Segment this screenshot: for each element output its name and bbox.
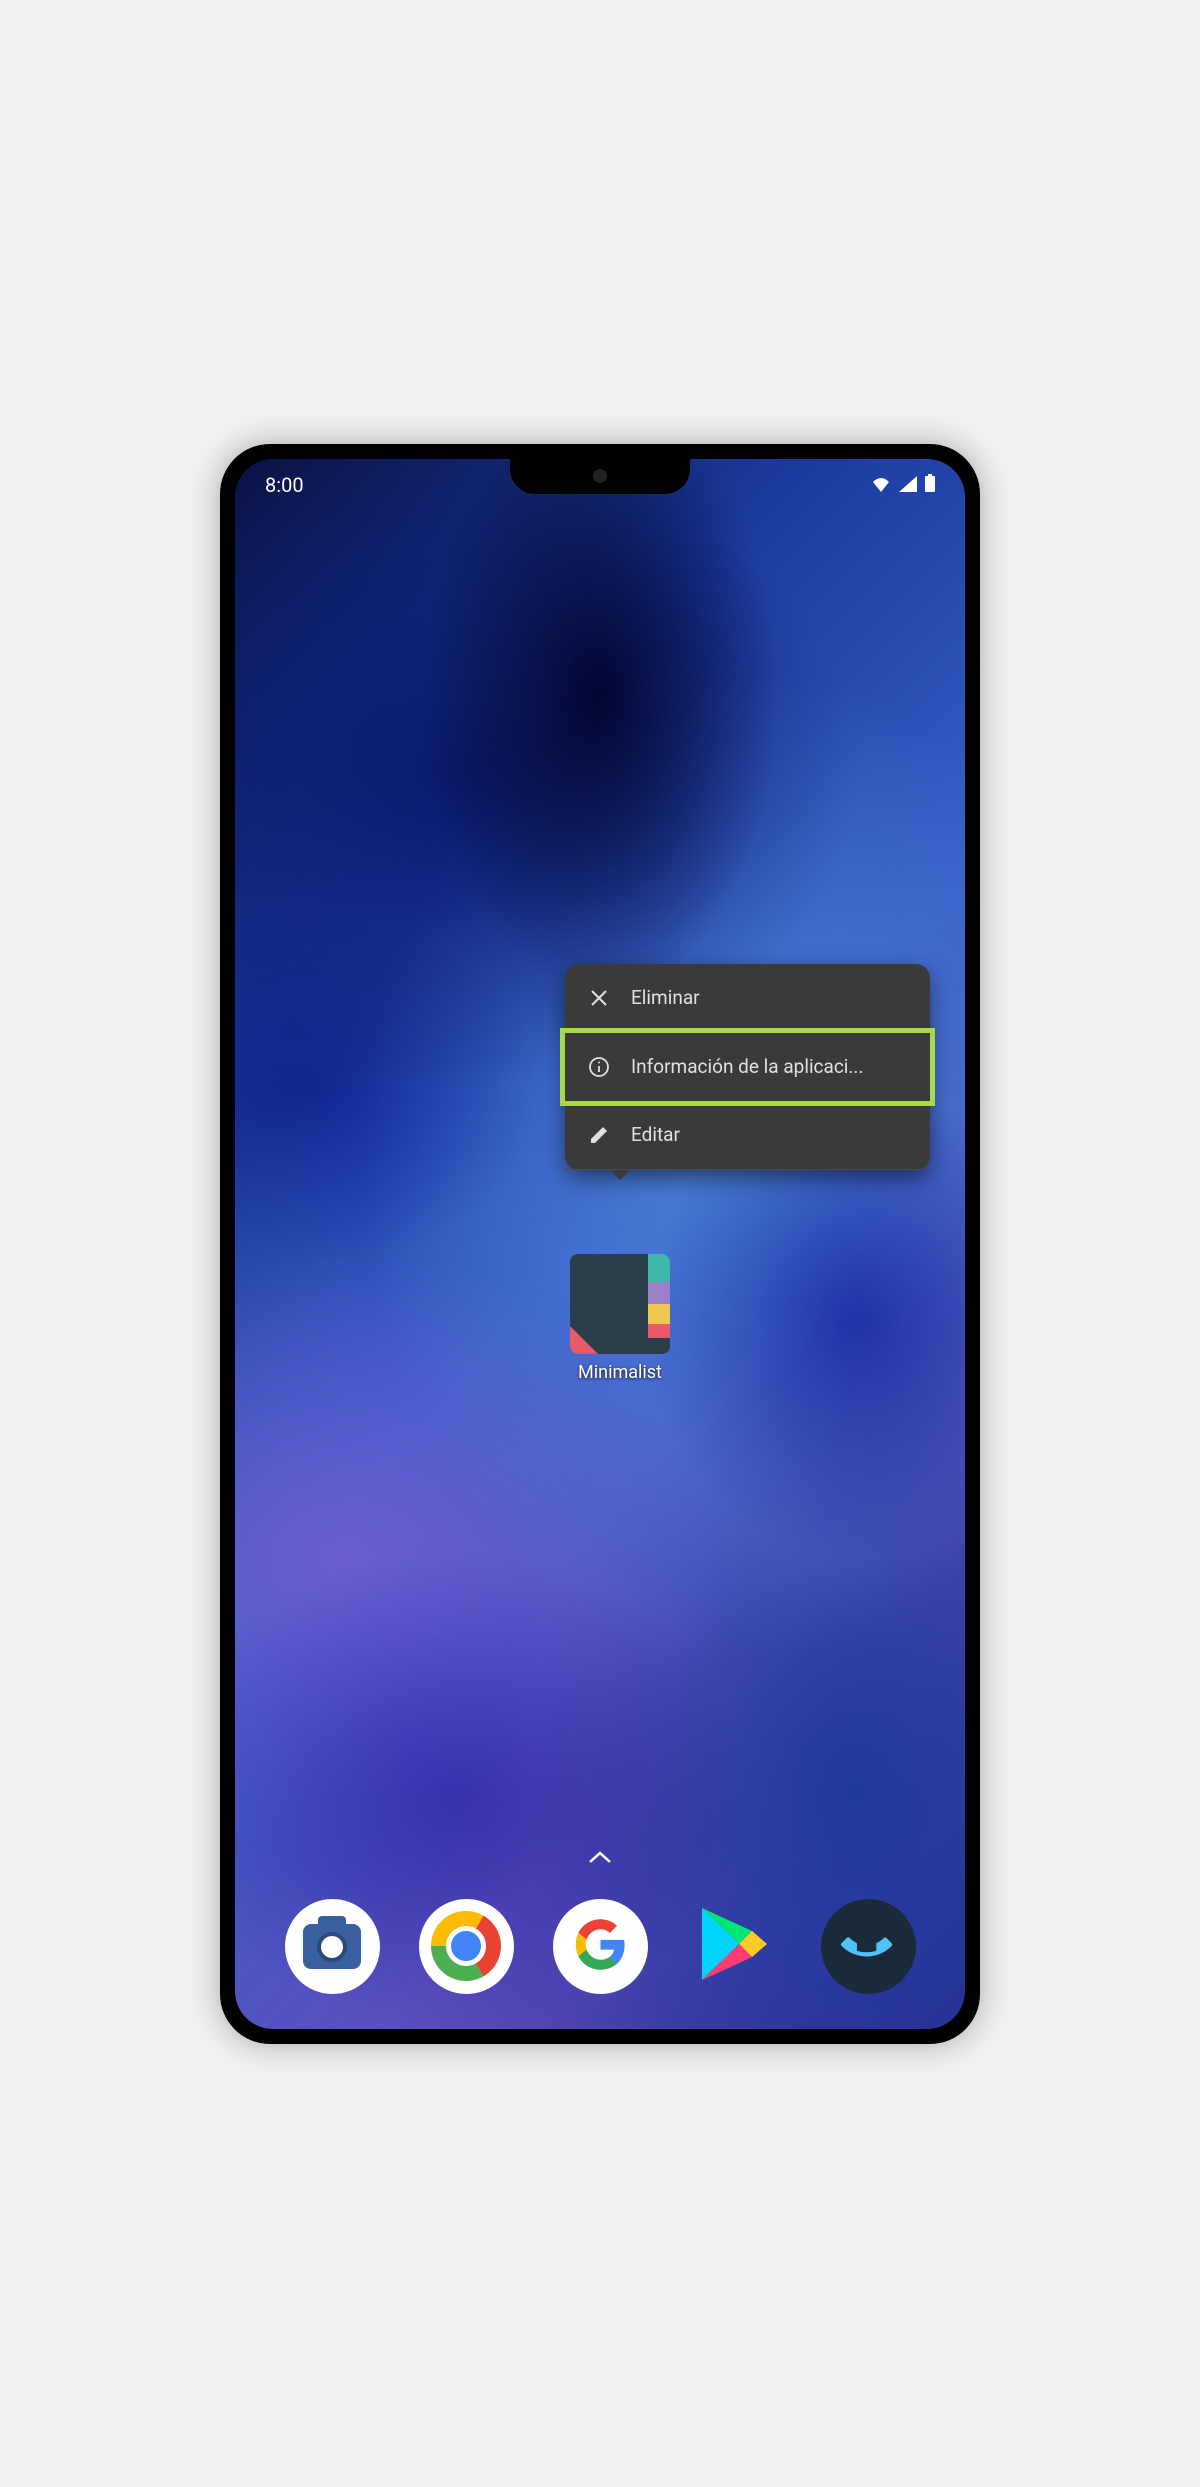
display-notch — [510, 459, 690, 494]
phone-icon — [831, 1909, 905, 1983]
app-label: Minimalist — [570, 1362, 670, 1383]
app-drawer-indicator[interactable] — [588, 1845, 612, 1869]
menu-label: Eliminar — [631, 986, 908, 1009]
app-icon — [570, 1254, 670, 1354]
status-icons — [871, 473, 935, 497]
dock-app-play-store[interactable] — [687, 1899, 782, 1994]
phone-screen: 8:00 Eliminar — [235, 459, 965, 2029]
wifi-icon — [871, 473, 891, 497]
dock-app-camera[interactable] — [285, 1899, 380, 1994]
camera-icon — [303, 1924, 361, 1969]
dock-app-google[interactable] — [553, 1899, 648, 1994]
dock-app-chrome[interactable] — [419, 1899, 514, 1994]
wallpaper — [235, 459, 965, 2029]
menu-label: Información de la aplicaci... — [631, 1055, 908, 1078]
close-icon — [587, 986, 611, 1010]
info-icon — [587, 1055, 611, 1079]
menu-item-app-info[interactable]: Información de la aplicaci... — [560, 1028, 935, 1106]
menu-item-remove[interactable]: Eliminar — [565, 964, 930, 1033]
status-time: 8:00 — [265, 473, 304, 497]
app-context-menu: Eliminar Información de la aplicaci... E… — [565, 964, 930, 1170]
edit-icon — [587, 1123, 611, 1147]
signal-icon — [899, 473, 917, 497]
dock — [235, 1899, 965, 1994]
play-store-icon — [697, 1903, 772, 1989]
phone-device-frame: 8:00 Eliminar — [220, 444, 980, 2044]
google-icon — [573, 1917, 628, 1976]
menu-pointer-arrow — [610, 1170, 630, 1180]
menu-item-edit[interactable]: Editar — [565, 1101, 930, 1170]
menu-label: Editar — [631, 1123, 908, 1146]
dock-app-phone[interactable] — [821, 1899, 916, 1994]
battery-icon — [925, 473, 935, 497]
app-shortcut-minimalist[interactable]: Minimalist — [570, 1254, 670, 1383]
chrome-icon — [431, 1911, 501, 1981]
